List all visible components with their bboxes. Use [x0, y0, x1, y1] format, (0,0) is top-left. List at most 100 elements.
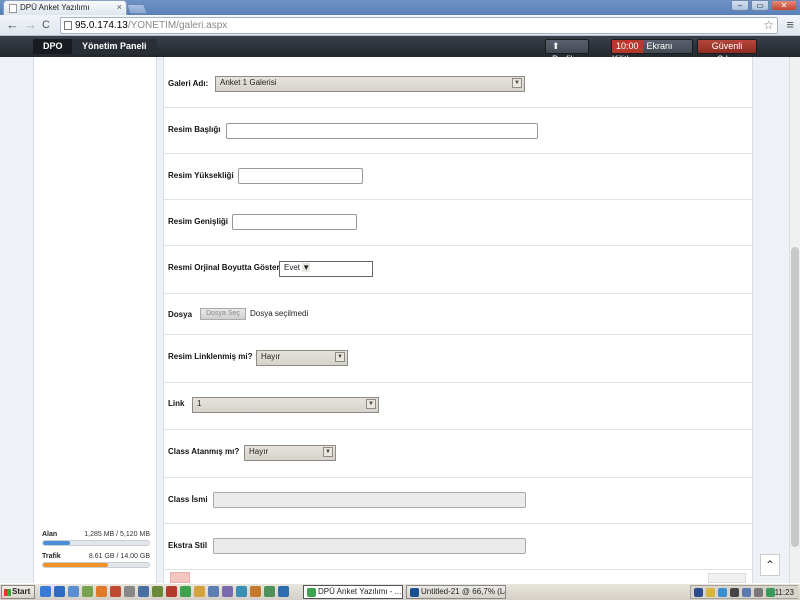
file-status: Dosya seçilmedi	[250, 309, 309, 318]
chrome-icon[interactable]	[180, 586, 191, 597]
browser-toolbar: ← → C 95.0.174.13/YONETIM/galeri.aspx ☆ …	[0, 15, 800, 36]
chevron-down-icon: ▼	[323, 447, 333, 457]
class-assigned-select[interactable]: Hayır ▼	[244, 445, 336, 461]
linked-label: Resim Linklenmiş mi?	[168, 352, 253, 361]
network-icon[interactable]	[718, 588, 727, 597]
extra-style-input[interactable]	[213, 538, 526, 554]
link-select[interactable]: 1 ▼	[192, 397, 379, 413]
volume-icon[interactable]	[754, 588, 763, 597]
lock-screen-button[interactable]: 10:00Ekranı Kilitle	[611, 39, 693, 64]
form-row-class-name: Class İsmi	[164, 478, 752, 524]
user-icon: ⬆︎	[552, 41, 560, 51]
link-label: Link	[168, 399, 185, 408]
scroll-to-top-button[interactable]: ⌃	[760, 554, 780, 576]
shield-icon[interactable]	[706, 588, 715, 597]
traffic-stat: Trafik 8.61 GB / 14.00 GB	[42, 553, 150, 568]
tab-title: DPÜ Anket Yazılımı	[20, 3, 90, 12]
minimize-button[interactable]: –	[731, 0, 749, 11]
form-row-class-assigned: Class Atanmış mı? Hayır ▼	[164, 430, 752, 478]
storage-value: 1,285 MB / 5,120 MB	[84, 531, 150, 538]
traffic-label: Trafik	[42, 553, 61, 560]
language-icon[interactable]	[694, 588, 703, 597]
file-picker: Dosya Seç Dosya seçilmedi	[164, 307, 364, 321]
breadcrumb-root[interactable]: DPO	[33, 39, 73, 54]
browser-titlebar: DPÜ Anket Yazılımı × – ▭ ✕	[0, 0, 800, 15]
app-icon-9[interactable]	[236, 586, 247, 597]
width-label: Resim Genişliği	[168, 217, 229, 226]
taskbar-item-label: Untitled-21 @ 66,7% (La...	[421, 587, 506, 596]
profile-button[interactable]: ⬆︎ Profil	[545, 39, 589, 64]
back-arrow-icon[interactable]: ←	[6, 17, 19, 33]
choose-file-button[interactable]: Dosya Seç	[200, 308, 246, 320]
form-row-original-size: Resmi Orjinal Boyutta Göster Evet ▼	[164, 246, 752, 294]
extra-style-label: Ekstra Stil	[168, 541, 208, 550]
url-host: 95.0.174.13	[75, 20, 128, 31]
class-name-input[interactable]	[213, 492, 526, 508]
storage-stat: Alan 1,285 MB / 5,120 MB	[42, 531, 150, 546]
maximize-button[interactable]: ▭	[751, 0, 769, 11]
link-value: 1	[197, 399, 202, 408]
address-bar[interactable]: 95.0.174.13/YONETIM/galeri.aspx ☆	[60, 17, 778, 34]
app-icon-8[interactable]	[222, 586, 233, 597]
tray-icon-2[interactable]	[742, 588, 751, 597]
gallery-selected-value: Anket 1 Galerisi	[220, 78, 277, 87]
reload-icon[interactable]: C	[42, 17, 50, 33]
partial-action-button[interactable]	[170, 572, 190, 583]
app-icon-3[interactable]	[138, 586, 149, 597]
show-desktop-icon[interactable]	[40, 586, 51, 597]
app-icon-5[interactable]	[166, 586, 177, 597]
media-icon[interactable]	[82, 586, 93, 597]
linked-value: Hayır	[261, 352, 281, 361]
gallery-form: Galeri Adı: Anket 1 Galerisi ▼ Resim Baş…	[163, 57, 753, 583]
app-icon-1[interactable]	[110, 586, 121, 597]
class-name-label: Class İsmi	[168, 495, 208, 504]
class-assigned-value: Hayır	[249, 447, 269, 456]
taskbar-item-chrome[interactable]: DPÜ Anket Yazılımı - ...	[303, 585, 403, 599]
logout-button[interactable]: Güvenli Çıkış	[697, 39, 757, 64]
original-size-select[interactable]: Evet ▼	[279, 261, 373, 277]
forward-arrow-icon[interactable]: →	[24, 17, 37, 33]
chevron-down-icon: ▼	[335, 352, 345, 362]
explorer-icon[interactable]	[68, 586, 79, 597]
chrome-icon	[307, 588, 316, 597]
app-icon-12[interactable]	[278, 586, 289, 597]
app-icon-6[interactable]	[194, 586, 205, 597]
scrollbar-thumb[interactable]	[791, 247, 799, 547]
app-icon-11[interactable]	[264, 586, 275, 597]
width-input[interactable]	[232, 214, 357, 230]
original-size-value: Evet	[284, 263, 301, 272]
start-button[interactable]: Start	[1, 585, 35, 599]
bookmark-star-icon[interactable]: ☆	[763, 18, 774, 33]
app-icon-4[interactable]	[152, 586, 163, 597]
breadcrumb-current[interactable]: Yönetim Paneli	[72, 39, 157, 54]
height-input[interactable]	[238, 168, 363, 184]
app-icon-2[interactable]	[124, 586, 135, 597]
app-icon-10[interactable]	[250, 586, 261, 597]
form-row-title: Resim Başlığı	[164, 108, 752, 154]
url-path: /YONETIM/galeri.aspx	[127, 20, 228, 31]
ie-icon[interactable]	[54, 586, 65, 597]
close-window-button[interactable]: ✕	[771, 0, 797, 11]
firefox-icon[interactable]	[96, 586, 107, 597]
start-label: Start	[12, 587, 31, 596]
tray-icon-1[interactable]	[730, 588, 739, 597]
linked-select[interactable]: Hayır ▼	[256, 350, 348, 366]
page-scrollbar[interactable]	[789, 57, 800, 583]
chrome-menu-icon[interactable]: ≡	[786, 17, 794, 32]
browser-tab-active[interactable]: DPÜ Anket Yazılımı ×	[3, 0, 127, 15]
taskbar-item-photoshop[interactable]: Untitled-21 @ 66,7% (La...	[406, 585, 506, 599]
form-row-linked: Resim Linklenmiş mi? Hayır ▼	[164, 335, 752, 383]
storage-label: Alan	[42, 531, 58, 538]
lock-timer: 10:00	[612, 40, 643, 53]
chevron-down-icon: ▼	[512, 78, 522, 88]
gallery-select[interactable]: Anket 1 Galerisi ▼	[215, 76, 525, 92]
title-input[interactable]	[226, 123, 538, 139]
form-row-width: Resim Genişliği	[164, 200, 752, 246]
partial-save-button[interactable]	[708, 573, 746, 583]
new-tab-button[interactable]	[126, 4, 148, 14]
chevron-down-icon: ▼	[302, 263, 311, 272]
app-icon-7[interactable]	[208, 586, 219, 597]
form-row-gallery: Galeri Adı: Anket 1 Galerisi ▼	[164, 57, 752, 108]
tab-close-icon[interactable]: ×	[117, 2, 122, 12]
storage-bar	[42, 540, 150, 546]
